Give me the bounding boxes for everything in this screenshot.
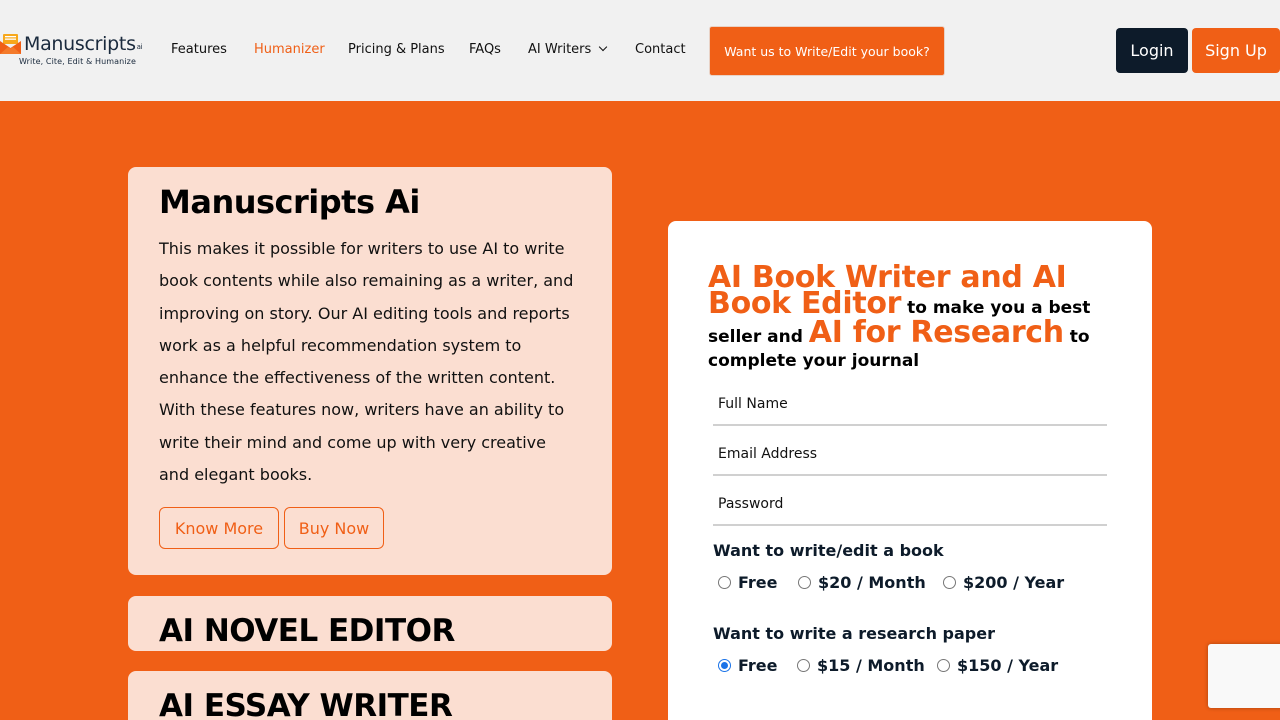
radio-label: Free bbox=[738, 656, 778, 675]
signup-button[interactable]: Sign Up bbox=[1192, 28, 1280, 73]
radio-label: $200 / Year bbox=[963, 573, 1065, 592]
headline-highlight: AI for Research bbox=[808, 315, 1064, 350]
recaptcha-badge[interactable] bbox=[1208, 644, 1280, 708]
radio-label: $15 / Month bbox=[817, 656, 925, 675]
radio-label: $20 / Month bbox=[818, 573, 926, 592]
signup-form-panel: AI Book Writer and AI Book Editor to mak… bbox=[668, 221, 1152, 720]
email-input[interactable] bbox=[713, 434, 1107, 476]
logo-suffix: ai bbox=[136, 43, 143, 51]
research-plan-free-radio[interactable]: Free bbox=[718, 656, 778, 675]
full-name-input[interactable] bbox=[713, 384, 1107, 426]
research-plan-label: Want to write a research paper bbox=[713, 624, 995, 643]
form-headline: AI Book Writer and AI Book Editor to mak… bbox=[708, 263, 1113, 373]
book-plan-yearly-radio[interactable]: $200 / Year bbox=[943, 573, 1064, 592]
card-title: AI ESSAY WRITER bbox=[159, 688, 453, 720]
radio-label: Free bbox=[738, 573, 778, 592]
envelope-logo-icon bbox=[0, 34, 21, 54]
password-input[interactable] bbox=[713, 484, 1107, 526]
radio-circle[interactable] bbox=[943, 576, 956, 589]
nav-ai-writers-label: AI Writers bbox=[528, 42, 592, 57]
write-edit-book-cta-button[interactable]: Want us to Write/Edit your book? bbox=[709, 26, 945, 76]
nav-humanizer[interactable]: Humanizer bbox=[254, 42, 325, 57]
know-more-button[interactable]: Know More bbox=[159, 507, 279, 549]
nav-pricing[interactable]: Pricing & Plans bbox=[348, 42, 445, 57]
nav-features[interactable]: Features bbox=[171, 42, 227, 57]
logo-wordmark: Manuscriptsai bbox=[24, 33, 143, 55]
logo-tagline: Write, Cite, Edit & Humanize bbox=[19, 57, 136, 66]
book-plan-label: Want to write/edit a book bbox=[713, 541, 944, 560]
chevron-down-icon bbox=[599, 42, 608, 52]
nav-faqs[interactable]: FAQs bbox=[469, 42, 501, 57]
radio-circle[interactable] bbox=[797, 659, 810, 672]
card-description: This makes it possible for writers to us… bbox=[159, 239, 574, 485]
book-plan-free-radio[interactable]: Free bbox=[718, 573, 778, 592]
radio-circle[interactable] bbox=[798, 576, 811, 589]
nav-contact[interactable]: Contact bbox=[635, 42, 686, 57]
ai-essay-writer-card[interactable]: AI ESSAY WRITER bbox=[128, 671, 612, 720]
radio-circle[interactable] bbox=[937, 659, 950, 672]
buy-now-button[interactable]: Buy Now bbox=[284, 507, 384, 549]
card-title: Manuscripts Ai bbox=[159, 183, 420, 221]
radio-circle[interactable] bbox=[718, 659, 731, 672]
login-button[interactable]: Login bbox=[1116, 28, 1188, 73]
research-plan-monthly-radio[interactable]: $15 / Month bbox=[797, 656, 925, 675]
book-plan-monthly-radio[interactable]: $20 / Month bbox=[798, 573, 926, 592]
radio-label: $150 / Year bbox=[957, 656, 1059, 675]
research-plan-yearly-radio[interactable]: $150 / Year bbox=[937, 656, 1058, 675]
manuscripts-ai-card: Manuscripts Ai This makes it possible fo… bbox=[128, 167, 612, 575]
nav-ai-writers[interactable]: AI Writers bbox=[528, 42, 608, 57]
card-title: AI NOVEL EDITOR bbox=[159, 613, 455, 649]
site-logo[interactable]: Manuscriptsai Write, Cite, Edit & Humani… bbox=[0, 33, 155, 69]
radio-circle[interactable] bbox=[718, 576, 731, 589]
site-header: Manuscriptsai Write, Cite, Edit & Humani… bbox=[0, 0, 1280, 101]
ai-novel-editor-card[interactable]: AI NOVEL EDITOR bbox=[128, 596, 612, 651]
